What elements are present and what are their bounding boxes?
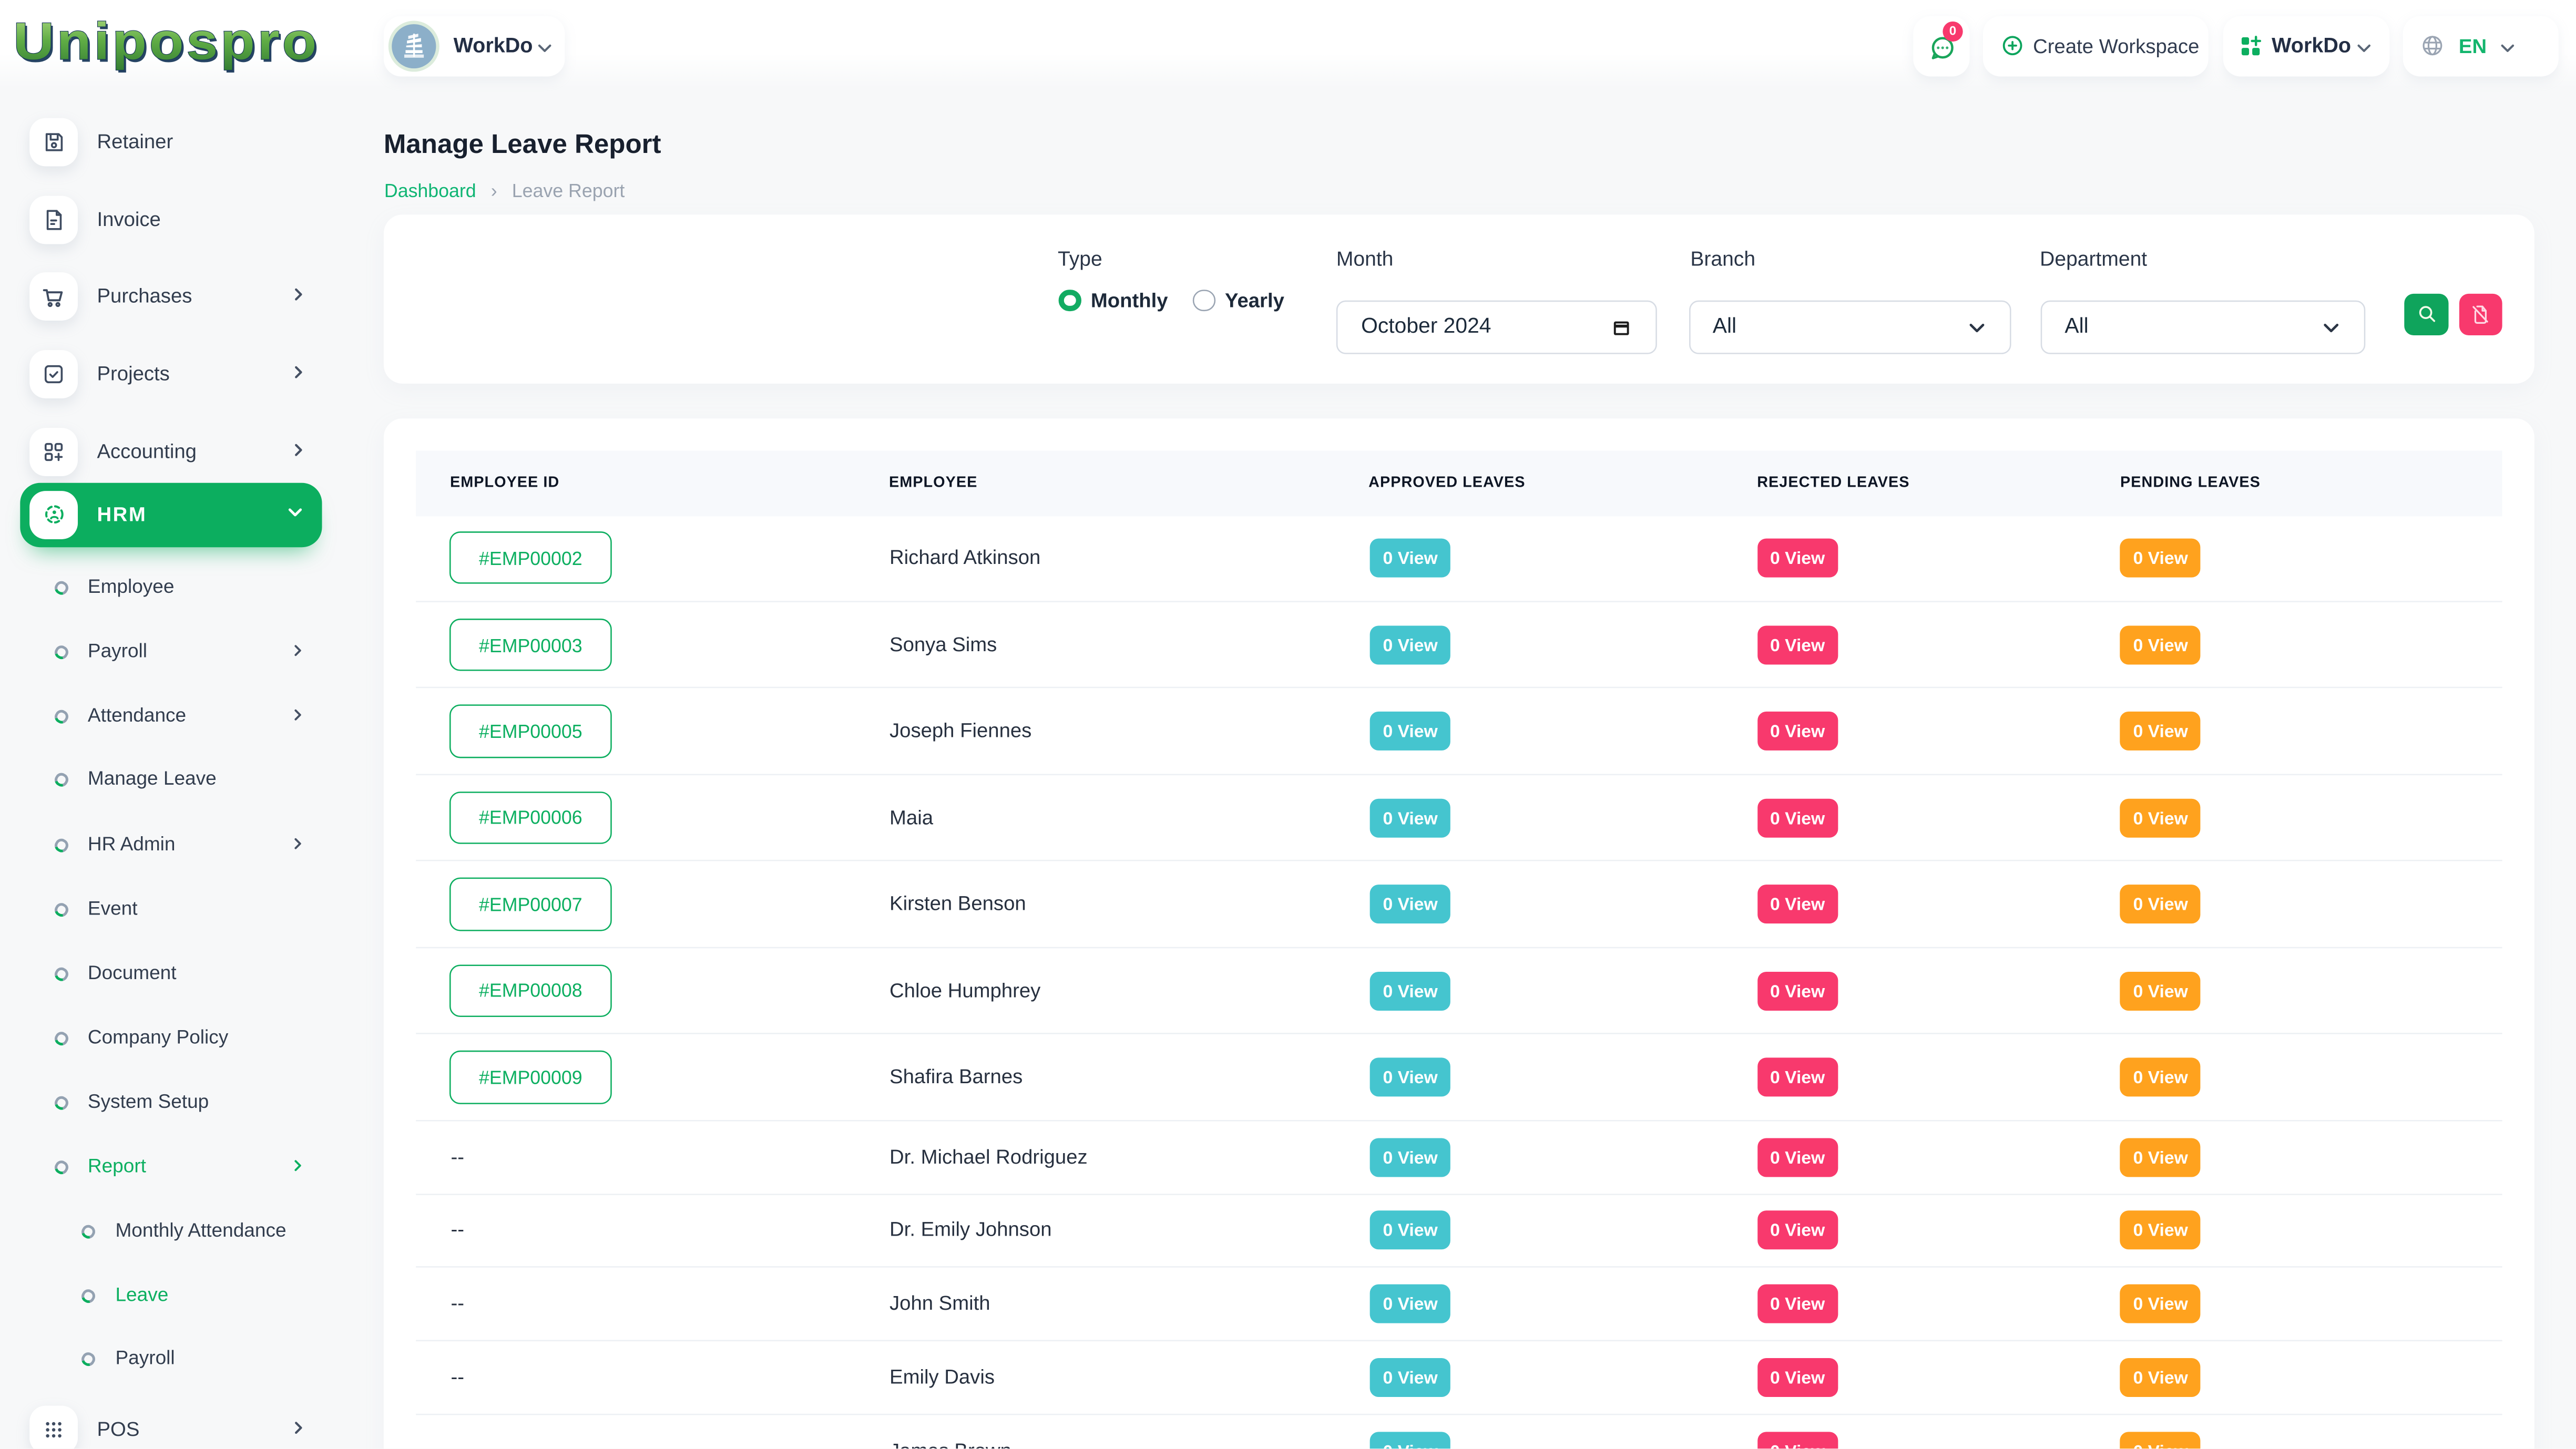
svg-text:Unipospro: Unipospro [14,15,320,70]
